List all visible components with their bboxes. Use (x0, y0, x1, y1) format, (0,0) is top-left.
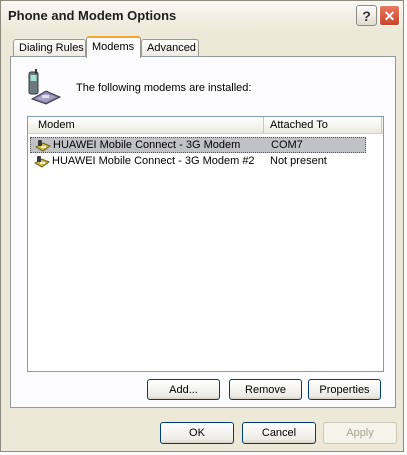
column-header-attached-to[interactable]: Attached To (264, 117, 382, 133)
modem-name: HUAWEI Mobile Connect - 3G Modem #2 (52, 155, 255, 167)
modems-list[interactable]: Modem Attached To HUAWEI Mobile Connect … (27, 116, 384, 372)
modem-row[interactable]: HUAWEI Mobile Connect - 3G Modem #2 Not … (30, 154, 366, 170)
tab-label: Advanced (147, 42, 196, 54)
modem-phone-icon (28, 69, 62, 105)
close-icon: ✕ (383, 8, 396, 24)
modem-attached-to: COM7 (271, 139, 303, 151)
tab-label: Dialing Rules (19, 42, 84, 54)
modem-row[interactable]: HUAWEI Mobile Connect - 3G Modem COM7 (30, 137, 366, 153)
tab-modems[interactable]: Modems (86, 36, 141, 58)
title-bar[interactable]: Phone and Modem Options ? ✕ (1, 1, 403, 31)
apply-button[interactable]: Apply (323, 422, 397, 444)
properties-button[interactable]: Properties (308, 379, 381, 400)
window-title: Phone and Modem Options (8, 8, 177, 23)
phone-and-modem-options-dialog: Phone and Modem Options ? ✕ Dialing Rule… (0, 0, 404, 452)
modem-icon (35, 140, 51, 152)
close-button[interactable]: ✕ (379, 5, 400, 26)
list-header: Modem Attached To (28, 117, 383, 134)
question-mark-icon: ? (362, 8, 371, 24)
intro-text: The following modems are installed: (76, 82, 252, 94)
add-button[interactable]: Add... (147, 379, 220, 400)
column-header-modem[interactable]: Modem (28, 117, 264, 133)
modem-name: HUAWEI Mobile Connect - 3G Modem (53, 139, 241, 151)
tab-label: Modems (92, 41, 135, 53)
modem-icon (34, 156, 50, 168)
ok-button[interactable]: OK (160, 422, 234, 444)
modems-tab-panel: The following modems are installed: Mode… (10, 56, 396, 408)
column-label: Modem (38, 119, 75, 131)
modem-attached-to: Not present (270, 155, 327, 167)
remove-button[interactable]: Remove (229, 379, 302, 400)
tab-advanced[interactable]: Advanced (141, 39, 199, 57)
column-label: Attached To (270, 119, 328, 131)
cancel-button[interactable]: Cancel (242, 422, 316, 444)
tab-dialing-rules[interactable]: Dialing Rules (13, 39, 86, 57)
help-button[interactable]: ? (356, 5, 377, 26)
